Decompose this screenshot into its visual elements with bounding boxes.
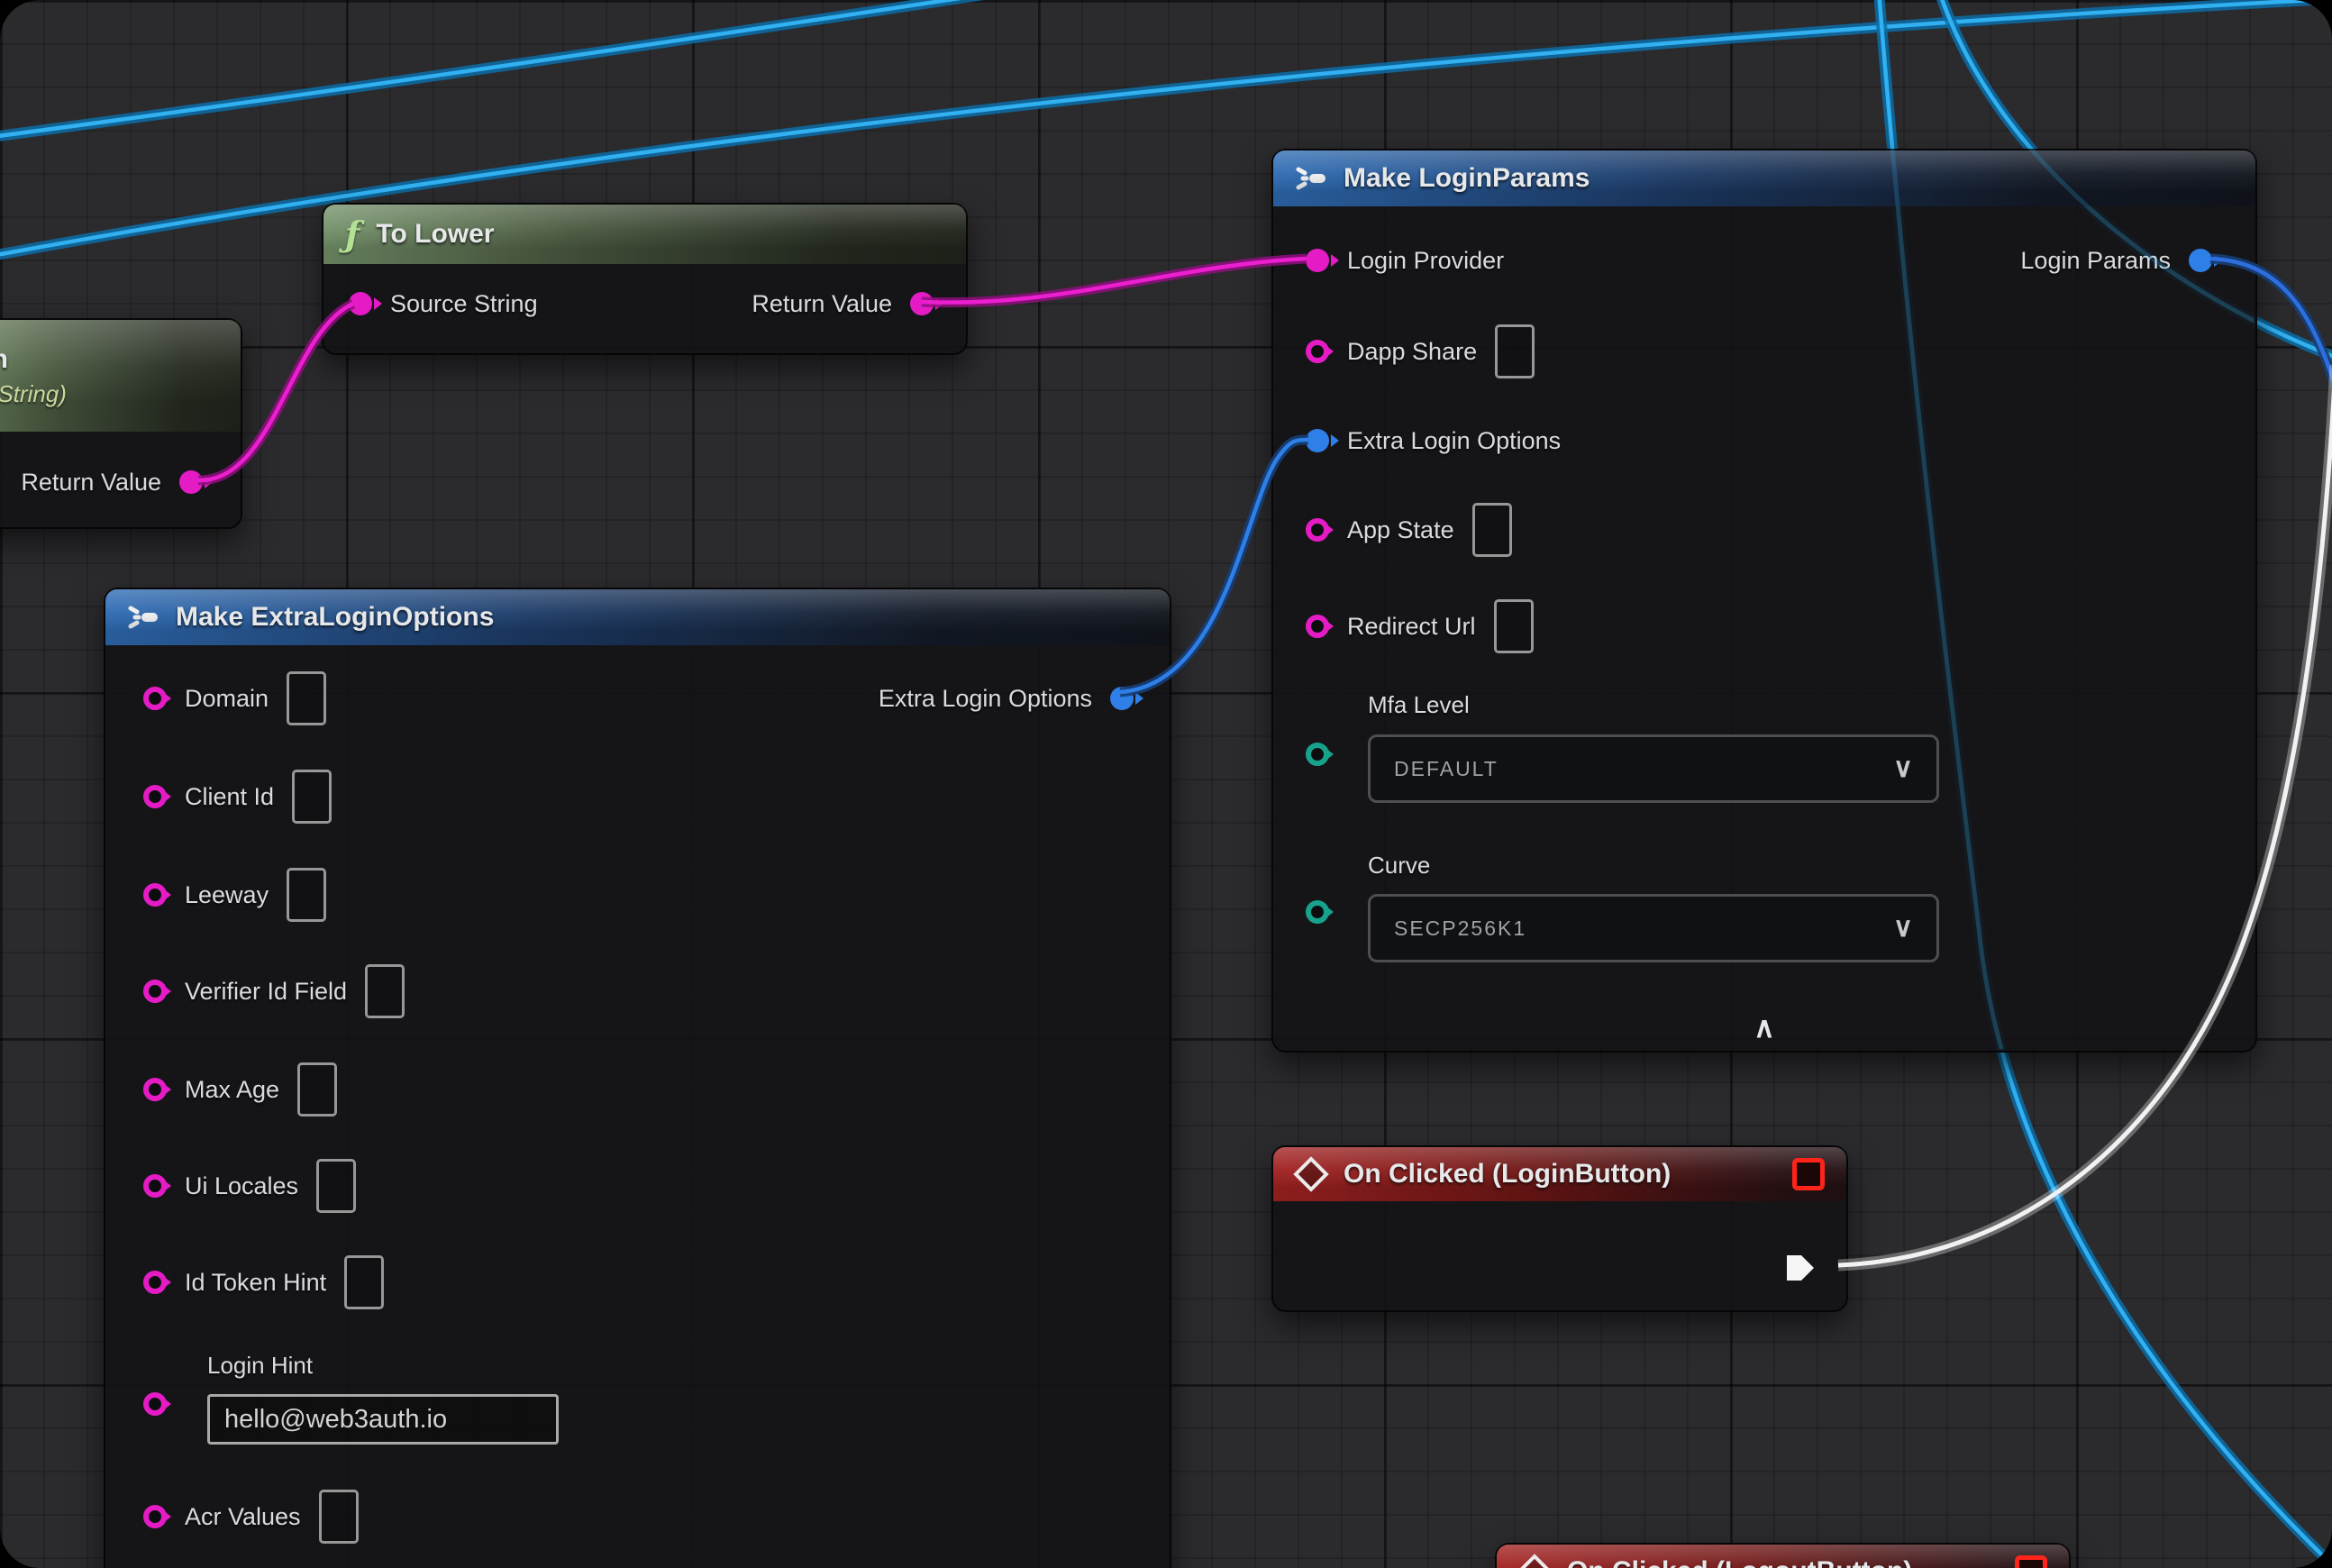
pin-label-login-params-out: Login Params xyxy=(2020,247,2171,275)
client-id-pin[interactable] xyxy=(143,785,167,808)
pin-label-curve: Curve xyxy=(1368,852,1430,880)
pin-label-return-value: Return Value xyxy=(21,469,161,497)
node-on-clicked-login-button[interactable]: On Clicked (LoginButton) xyxy=(1271,1145,1848,1312)
node-event-login-header[interactable]: On Clicked (LoginButton) xyxy=(1273,1147,1846,1201)
pin-label-domain: Domain xyxy=(185,685,269,713)
pin-label-extra-login-options-out: Extra Login Options xyxy=(879,685,1092,713)
node-title: On Clicked (LoginButton) xyxy=(1344,1159,1671,1190)
dapp-share-text-field[interactable] xyxy=(1495,324,1535,378)
client-id-text-field[interactable] xyxy=(292,770,332,824)
pin-label-leeway: Leeway xyxy=(185,881,269,909)
mfa-level-value: DEFAULT xyxy=(1394,757,1498,781)
redirect-url-pin[interactable] xyxy=(1306,615,1329,638)
event-icon xyxy=(1517,1554,1553,1568)
mfa-level-pin[interactable] xyxy=(1306,743,1329,766)
extra-login-options-output-pin[interactable] xyxy=(1110,687,1134,710)
node-params-header[interactable]: Make LoginParams xyxy=(1273,150,2255,206)
node-to-lower-header[interactable]: ƒ To Lower xyxy=(323,205,966,264)
make-struct-icon xyxy=(127,605,159,630)
node-string-source-header[interactable]: tion ox (String) xyxy=(0,320,241,432)
pin-label-dapp-share: Dapp Share xyxy=(1347,338,1477,366)
node-title: To Lower xyxy=(376,219,494,250)
pin-label-max-age: Max Age xyxy=(185,1076,279,1104)
chevron-down-icon: ∨ xyxy=(1893,755,1913,782)
make-struct-icon xyxy=(1295,166,1327,191)
pin-label-return-value: Return Value xyxy=(752,290,892,318)
pin-label-app-state: App State xyxy=(1347,516,1454,544)
acr-values-text-field[interactable] xyxy=(319,1490,359,1544)
pin-label-verifier-id-field: Verifier Id Field xyxy=(185,978,347,1006)
pin-label-source-string: Source String xyxy=(390,290,538,318)
string-output-pin[interactable] xyxy=(179,470,203,494)
return-value-pin[interactable] xyxy=(910,292,934,315)
node-on-clicked-logout-button[interactable]: On Clicked (LogoutButton) xyxy=(1495,1543,2071,1568)
node-title: Make LoginParams xyxy=(1344,163,1590,194)
node-make-extra-login-options[interactable]: Make ExtraLoginOptions Domain Extra Logi… xyxy=(104,588,1171,1568)
node-make-login-params[interactable]: Make LoginParams Login Provider Login Pa… xyxy=(1271,149,2257,1053)
source-string-pin[interactable] xyxy=(349,292,372,315)
acr-values-pin[interactable] xyxy=(143,1505,167,1528)
app-state-text-field[interactable] xyxy=(1472,503,1512,557)
pin-label-id-token-hint: Id Token Hint xyxy=(185,1269,326,1297)
delegate-pin[interactable] xyxy=(1792,1158,1825,1190)
node-extra-header[interactable]: Make ExtraLoginOptions xyxy=(105,589,1170,645)
pin-label-mfa-level: Mfa Level xyxy=(1368,691,1470,719)
exec-output-pin[interactable] xyxy=(1783,1251,1817,1285)
pin-label-extra-login-options: Extra Login Options xyxy=(1347,427,1561,455)
node-subtitle: ox (String) xyxy=(0,380,67,408)
domain-text-field[interactable] xyxy=(287,671,326,725)
pin-label-redirect-url: Redirect Url xyxy=(1347,613,1476,641)
leeway-text-field[interactable] xyxy=(287,868,326,922)
node-title: Make ExtraLoginOptions xyxy=(176,602,494,633)
id-token-hint-text-field[interactable] xyxy=(344,1255,384,1309)
node-string-source[interactable]: tion ox (String) Return Value xyxy=(0,318,242,529)
pin-label-login-provider: Login Provider xyxy=(1347,247,1504,275)
node-to-lower[interactable]: ƒ To Lower Source String Return Value xyxy=(322,203,968,355)
login-provider-pin[interactable] xyxy=(1306,249,1329,272)
node-event-logout-header[interactable]: On Clicked (LogoutButton) xyxy=(1497,1545,2069,1568)
event-icon xyxy=(1293,1156,1329,1192)
verifier-id-text-field[interactable] xyxy=(365,964,405,1018)
pin-label-login-hint: Login Hint xyxy=(207,1352,313,1380)
app-state-pin[interactable] xyxy=(1306,518,1329,542)
redirect-url-text-field[interactable] xyxy=(1494,599,1534,653)
login-hint-input[interactable]: hello@web3auth.io xyxy=(207,1394,559,1445)
dapp-share-pin[interactable] xyxy=(1306,340,1329,363)
function-icon: ƒ xyxy=(345,217,360,251)
login-hint-pin[interactable] xyxy=(143,1392,167,1416)
pin-label-acr-values: Acr Values xyxy=(185,1503,301,1531)
verifier-id-field-pin[interactable] xyxy=(143,980,167,1003)
leeway-pin[interactable] xyxy=(143,883,167,907)
mfa-level-dropdown[interactable]: DEFAULT ∨ xyxy=(1368,734,1939,803)
chevron-down-icon: ∨ xyxy=(1893,915,1913,942)
domain-pin[interactable] xyxy=(143,687,167,710)
curve-dropdown[interactable]: SECP256K1 ∨ xyxy=(1368,894,1939,962)
login-params-output-pin[interactable] xyxy=(2189,249,2212,272)
curve-value: SECP256K1 xyxy=(1394,916,1526,941)
ui-locales-pin[interactable] xyxy=(143,1174,167,1198)
node-title: tion xyxy=(0,344,8,375)
ui-locales-text-field[interactable] xyxy=(316,1159,356,1213)
curve-pin[interactable] xyxy=(1306,900,1329,924)
max-age-pin[interactable] xyxy=(143,1078,167,1101)
delegate-pin[interactable] xyxy=(2015,1555,2047,1568)
id-token-hint-pin[interactable] xyxy=(143,1271,167,1294)
pin-label-client-id: Client Id xyxy=(185,783,274,811)
collapse-node-button[interactable]: ∧ xyxy=(1273,1013,2255,1042)
max-age-text-field[interactable] xyxy=(297,1062,337,1117)
blueprint-graph[interactable]: tion ox (String) Return Value ƒ To Lower… xyxy=(0,0,2332,1568)
extra-login-options-input-pin[interactable] xyxy=(1306,429,1329,452)
node-title: On Clicked (LogoutButton) xyxy=(1567,1556,1912,1568)
pin-label-ui-locales: Ui Locales xyxy=(185,1172,298,1200)
